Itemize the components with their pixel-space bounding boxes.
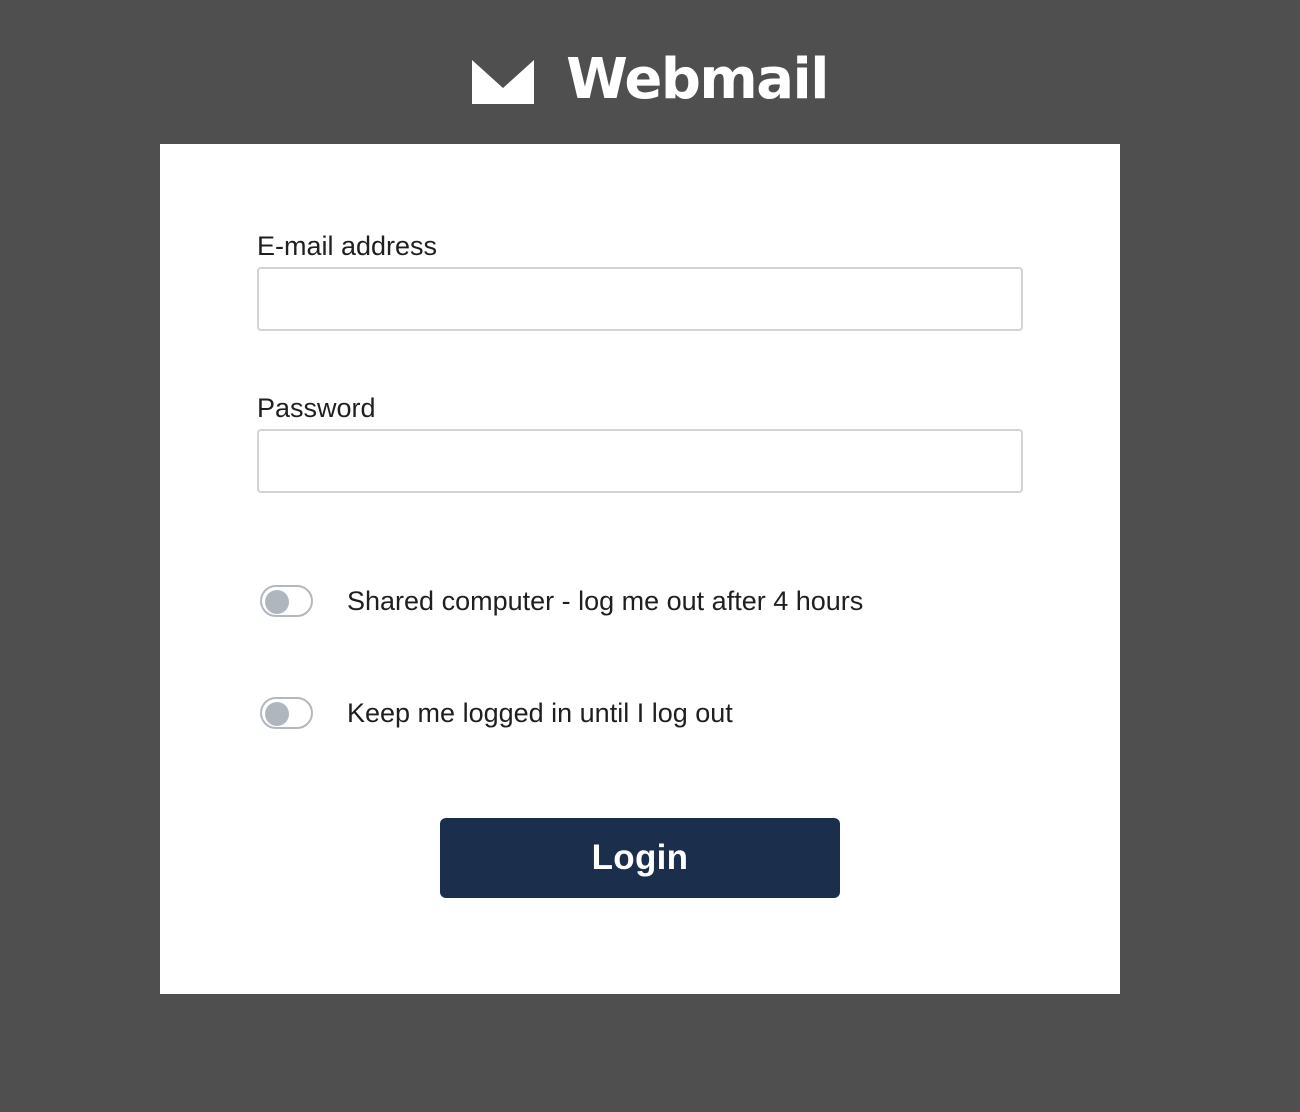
brand-name: Webmail: [566, 47, 829, 112]
keep-logged-in-label: Keep me logged in until I log out: [347, 698, 733, 728]
toggle-knob: [265, 702, 289, 726]
header: Webmail: [0, 47, 1300, 112]
login-page: Webmail E-mail address Password Shared c…: [0, 0, 1300, 1112]
keep-logged-in-toggle[interactable]: [260, 697, 313, 729]
shared-computer-row: Shared computer - log me out after 4 hou…: [260, 585, 863, 617]
envelope-icon: [472, 60, 535, 104]
email-field[interactable]: [257, 267, 1023, 331]
login-button[interactable]: Login: [440, 818, 840, 898]
shared-computer-label: Shared computer - log me out after 4 hou…: [347, 586, 864, 616]
keep-logged-in-row: Keep me logged in until I log out: [260, 697, 733, 729]
toggle-knob: [265, 590, 289, 614]
shared-computer-toggle[interactable]: [260, 585, 313, 617]
password-field[interactable]: [257, 429, 1023, 493]
login-card: E-mail address Password Shared computer …: [160, 144, 1120, 994]
email-label: E-mail address: [257, 231, 438, 261]
logo: Webmail: [472, 47, 829, 112]
password-label: Password: [257, 393, 376, 423]
